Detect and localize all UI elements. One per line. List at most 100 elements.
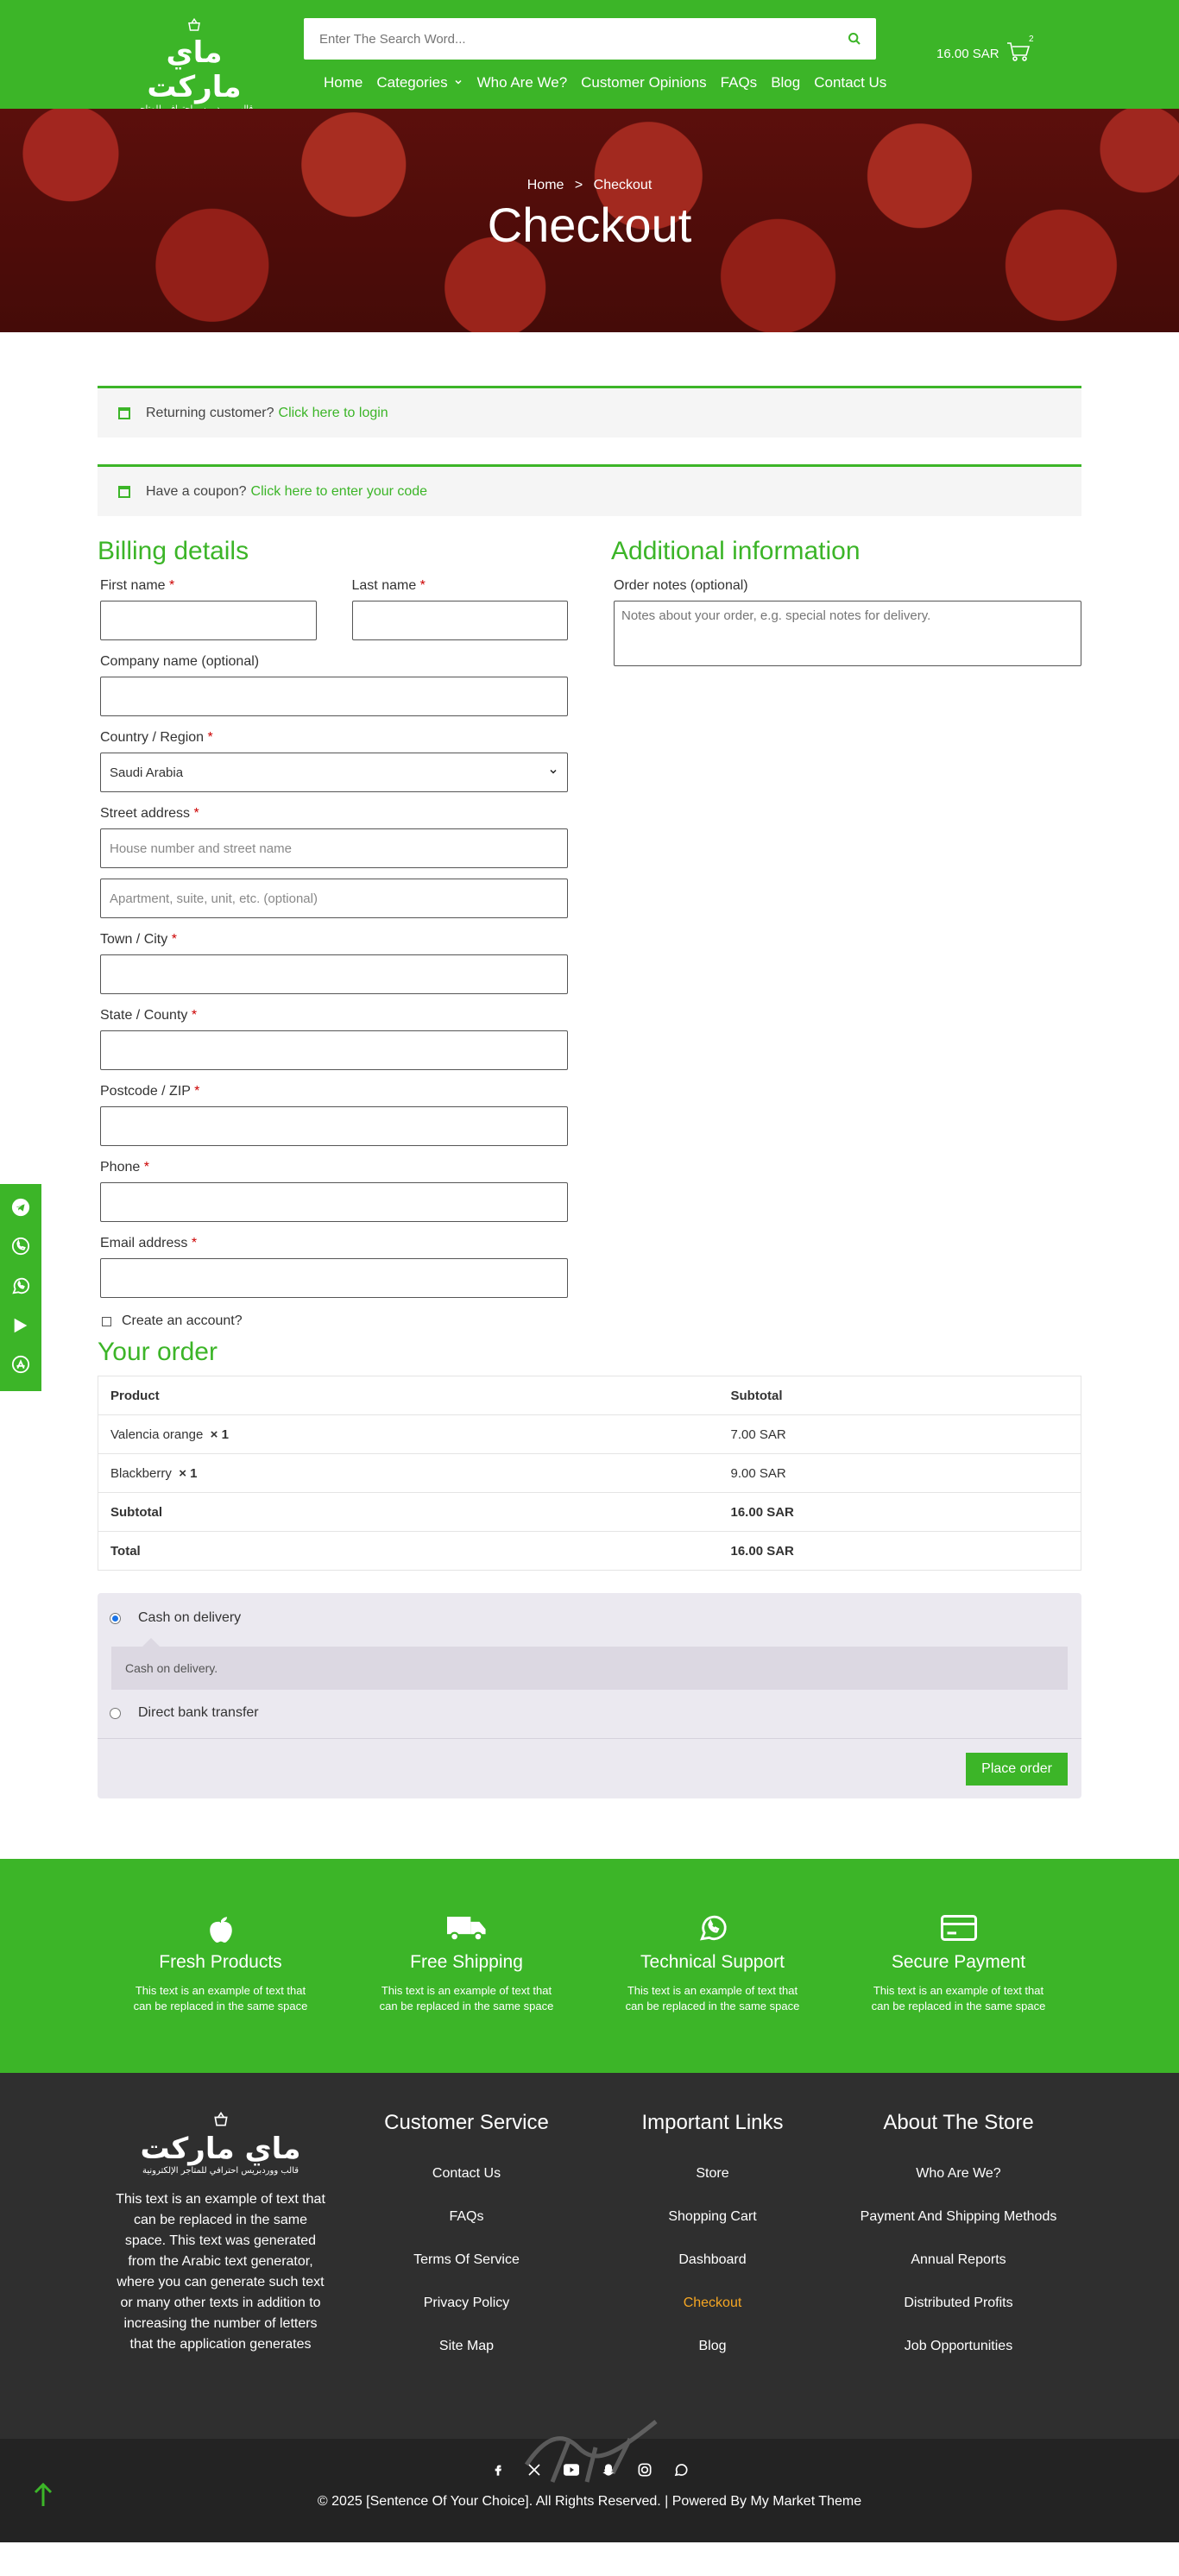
last-name-input[interactable]	[351, 601, 568, 640]
phone-label-text: Phone	[100, 1160, 141, 1175]
scroll-to-top-icon[interactable]	[33, 2482, 54, 2516]
total-label: Total	[98, 1531, 719, 1571]
nav-customer-opinions[interactable]: Customer Opinions	[581, 74, 707, 91]
cod-radio[interactable]	[110, 1612, 121, 1624]
footer-link[interactable]: Shopping Cart	[590, 2195, 835, 2239]
calendar-icon	[118, 485, 130, 498]
cart-widget[interactable]: 16.00 SAR 2	[936, 35, 1034, 66]
search-icon[interactable]	[833, 32, 876, 46]
chevron-down-icon	[453, 74, 463, 91]
footer-link[interactable]: FAQs	[344, 2195, 590, 2239]
town-label: Town / City *	[100, 932, 568, 948]
bank-radio[interactable]	[110, 1707, 121, 1719]
phone-label: Phone *	[100, 1160, 568, 1175]
postcode-label: Postcode / ZIP *	[100, 1084, 568, 1099]
telegram-icon[interactable]	[11, 1198, 30, 1220]
search-bar	[304, 18, 876, 60]
google-play-icon[interactable]	[11, 1316, 30, 1338]
order-table: Product Subtotal Valencia orange × 1 7.0…	[98, 1376, 1081, 1571]
country-select[interactable]: Saudi Arabia	[100, 753, 568, 792]
cod-description: Cash on delivery.	[111, 1638, 1068, 1690]
nav-home[interactable]: Home	[324, 74, 363, 91]
whatsapp-icon	[590, 1911, 835, 1945]
postcode-input[interactable]	[100, 1106, 568, 1146]
feature-title: Fresh Products	[159, 1952, 282, 1972]
whatsapp-icon[interactable]	[674, 2463, 688, 2480]
email-label-text: Email address	[100, 1236, 188, 1250]
footer-link[interactable]: Blog	[590, 2325, 835, 2368]
facebook-icon[interactable]	[491, 2463, 505, 2480]
nav-who-are-we[interactable]: Who Are We?	[477, 74, 568, 91]
bank-label: Direct bank transfer	[138, 1705, 259, 1720]
place-order-button[interactable]: Place order	[966, 1752, 1068, 1786]
cart-total: 16.00 SAR	[936, 46, 999, 61]
apple-icon	[98, 1911, 344, 1945]
feature-text: This text is an example of text that can…	[871, 1984, 1046, 2012]
footer-logo-tagline: قالب ووردبريس احترافي للمتاجر الإلكتروني…	[142, 2166, 299, 2176]
col-subtotal: Subtotal	[718, 1376, 1081, 1415]
page-title: Checkout	[487, 198, 692, 252]
search-input[interactable]	[304, 18, 833, 60]
footer-link[interactable]: Distributed Profits	[835, 2282, 1081, 2325]
state-input[interactable]	[100, 1030, 568, 1070]
basket-icon	[121, 17, 268, 35]
country-value: Saudi Arabia	[110, 765, 184, 780]
footer-link[interactable]: Dashboard	[590, 2239, 835, 2282]
payment-bank-option[interactable]: Direct bank transfer	[98, 1690, 1081, 1726]
login-link[interactable]: Click here to login	[279, 406, 388, 421]
whatsapp-icon[interactable]	[11, 1276, 30, 1299]
login-notice-text: Returning customer?	[146, 405, 274, 420]
payment-cod-option[interactable]: Cash on delivery	[98, 1593, 1081, 1638]
viber-icon[interactable]	[11, 1237, 30, 1259]
footer-link[interactable]: Who Are We?	[835, 2152, 1081, 2195]
required-mark: *	[193, 806, 199, 821]
phone-input[interactable]	[100, 1182, 568, 1222]
breadcrumb-separator: >	[574, 178, 583, 192]
cart-icon: 2	[1006, 35, 1034, 66]
nav-categories[interactable]: Categories	[376, 74, 463, 91]
town-input[interactable]	[100, 954, 568, 994]
company-input[interactable]	[100, 677, 568, 716]
first-name-input[interactable]	[100, 601, 317, 640]
page-hero: Home > Checkout Checkout	[0, 109, 1179, 332]
item-name: Valencia orange	[110, 1427, 204, 1442]
cart-count: 2	[1028, 35, 1034, 44]
street-input-1[interactable]: House number and street name	[100, 828, 568, 868]
app-store-icon[interactable]	[11, 1355, 30, 1377]
item-name: Blackberry	[110, 1465, 172, 1481]
footer-link[interactable]: Job Opportunities	[835, 2325, 1081, 2368]
feature-title: Secure Payment	[891, 1952, 1026, 1972]
item-qty: × 1	[179, 1465, 198, 1481]
feature-free-shipping: Free Shipping This text is an example of…	[344, 1859, 590, 2073]
feature-fresh-products: Fresh Products This text is an example o…	[98, 1859, 344, 2073]
payment-methods: Cash on delivery Cash on delivery. Direc…	[98, 1593, 1081, 1798]
footer-link[interactable]: Annual Reports	[835, 2239, 1081, 2282]
nav-blog[interactable]: Blog	[771, 74, 800, 91]
email-input[interactable]	[100, 1258, 568, 1298]
footer-link[interactable]: Store	[590, 2152, 835, 2195]
footer-link[interactable]: Terms Of Service	[344, 2239, 590, 2282]
street-input-2[interactable]: Apartment, suite, unit, etc. (optional)	[100, 879, 568, 918]
breadcrumb-home[interactable]: Home	[527, 178, 564, 192]
street-label-text: Street address	[100, 806, 191, 821]
footer-link[interactable]: Site Map	[344, 2325, 590, 2368]
nav-faqs[interactable]: FAQs	[721, 74, 758, 91]
order-title: Your order	[98, 1338, 218, 1366]
footer-link-active[interactable]: Checkout	[590, 2282, 835, 2325]
create-account-option[interactable]: Create an account?	[102, 1313, 568, 1329]
copyright: © 2025 [Sentence Of Your Choice]. All Ri…	[317, 2494, 862, 2509]
required-mark: *	[171, 932, 177, 947]
footer-link[interactable]: Payment And Shipping Methods	[835, 2195, 1081, 2239]
footer-link[interactable]: Privacy Policy	[344, 2282, 590, 2325]
nav-contact-us[interactable]: Contact Us	[814, 74, 886, 91]
street-label: Street address *	[100, 806, 568, 822]
coupon-link[interactable]: Click here to enter your code	[251, 484, 428, 500]
footer-customer-service: Customer Service Contact Us FAQs Terms O…	[344, 2111, 590, 2368]
site-logo[interactable]: ماي ماركت قالب ووردبريس احترافي للمتاجر …	[121, 17, 268, 123]
login-notice: Returning customer? Click here to login	[98, 386, 1081, 438]
order-notes-input[interactable]	[614, 601, 1081, 666]
main-nav: Home Categories Who Are We? Customer Opi…	[324, 74, 900, 91]
footer-link[interactable]: Contact Us	[344, 2152, 590, 2195]
create-account-checkbox[interactable]	[102, 1316, 111, 1326]
col-product: Product	[98, 1376, 719, 1415]
